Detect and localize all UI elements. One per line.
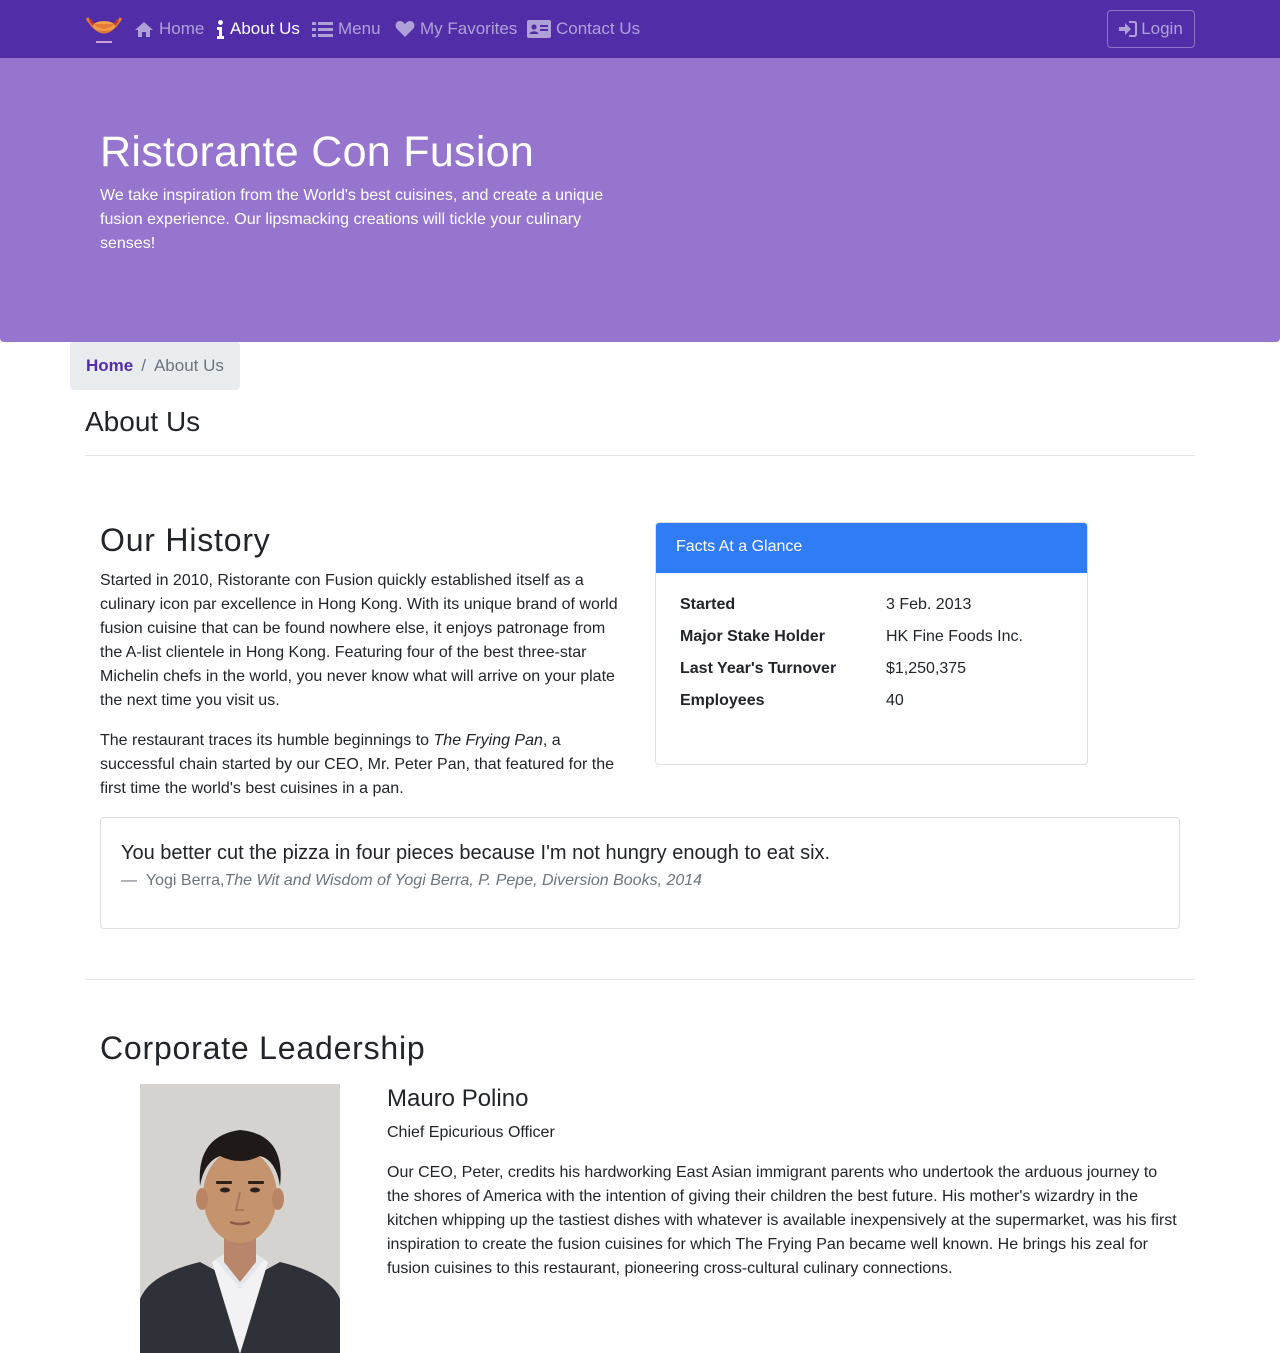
facts-card: Facts At a Glance Started 3 Feb. 2013 Ma… — [655, 522, 1088, 765]
quote-source: The Wit and Wisdom of Yogi Berra, P. Pep… — [224, 872, 703, 889]
nav-home[interactable]: Home — [134, 17, 204, 41]
breadcrumb-current: About Us — [153, 356, 224, 375]
history-heading: Our History — [100, 522, 271, 558]
breadcrumb-separator: / — [141, 356, 146, 375]
login-label: Login — [1141, 19, 1183, 38]
fact-value: 3 Feb. 2013 — [886, 596, 972, 613]
divider — [85, 455, 1195, 456]
nav-menu-label: Menu — [338, 19, 381, 38]
quote-dash: — — [121, 872, 137, 889]
leader-designation: Chief Epicurious Officer — [387, 1124, 555, 1141]
history-paragraph-2: The restaurant traces its humble beginni… — [100, 732, 615, 797]
heart-icon — [395, 21, 415, 37]
quote-footer: — Yogi Berra,The Wit and Wisdom of Yogi … — [121, 872, 702, 890]
login-button[interactable]: Login — [1107, 10, 1195, 48]
fact-label: Employees — [680, 692, 765, 709]
quote-text: You better cut the pizza in four pieces … — [121, 842, 831, 864]
fact-value: HK Fine Foods Inc. — [886, 628, 1023, 645]
list-icon — [312, 21, 333, 37]
nav-contact[interactable]: Contact Us — [527, 17, 640, 41]
nav-menu[interactable]: Menu — [312, 17, 381, 41]
leadership-heading: Corporate Leadership — [100, 1030, 426, 1066]
nav-contact-label: Contact Us — [556, 19, 641, 38]
restaurant-tagline: We take inspiration from the World's bes… — [100, 187, 604, 252]
fact-value: $1,250,375 — [886, 660, 967, 677]
restaurant-title: Ristorante Con Fusion — [100, 128, 535, 176]
home-icon — [135, 21, 153, 37]
breadcrumb-home-link[interactable]: Home — [86, 356, 133, 376]
address-card-icon — [527, 20, 551, 38]
leader-photo — [140, 1084, 340, 1353]
leader-name: Mauro Polino — [387, 1085, 529, 1112]
page-title: About Us — [85, 406, 201, 437]
sign-in-icon — [1119, 21, 1138, 37]
quote-card: You better cut the pizza in four pieces … — [100, 817, 1180, 929]
fact-label: Last Year's Turnover — [680, 660, 837, 677]
fact-label: Major Stake Holder — [680, 628, 825, 645]
history-paragraph-1: Started in 2010, Ristorante con Fusion q… — [100, 572, 618, 709]
jumbotron: Ristorante Con Fusion We take inspiratio… — [0, 58, 1280, 342]
nav-favorites-label: My Favorites — [420, 19, 518, 38]
leader-bio: Our CEO, Peter, credits his hardworking … — [387, 1164, 1177, 1277]
fact-label: Started — [680, 596, 736, 613]
nav-favorites[interactable]: My Favorites — [395, 17, 517, 41]
restaurant-logo[interactable] — [84, 12, 124, 46]
facts-card-header: Facts At a Glance — [656, 523, 1087, 573]
nav-about[interactable]: About Us — [216, 17, 300, 41]
info-icon — [217, 19, 224, 39]
navbar: Home About Us Menu My Favorites Contact … — [0, 0, 1280, 58]
breadcrumb: Home / About Us — [70, 342, 240, 390]
divider — [85, 979, 1195, 980]
fact-value: 40 — [886, 692, 904, 709]
frying-pan-emphasis: The Frying Pan — [433, 732, 543, 749]
quote-author: Yogi Berra, — [145, 872, 225, 889]
history-text: Started in 2010, Ristorante con Fusion q… — [100, 569, 630, 817]
nav-about-label: About Us — [230, 19, 300, 38]
nav-home-label: Home — [159, 19, 205, 38]
